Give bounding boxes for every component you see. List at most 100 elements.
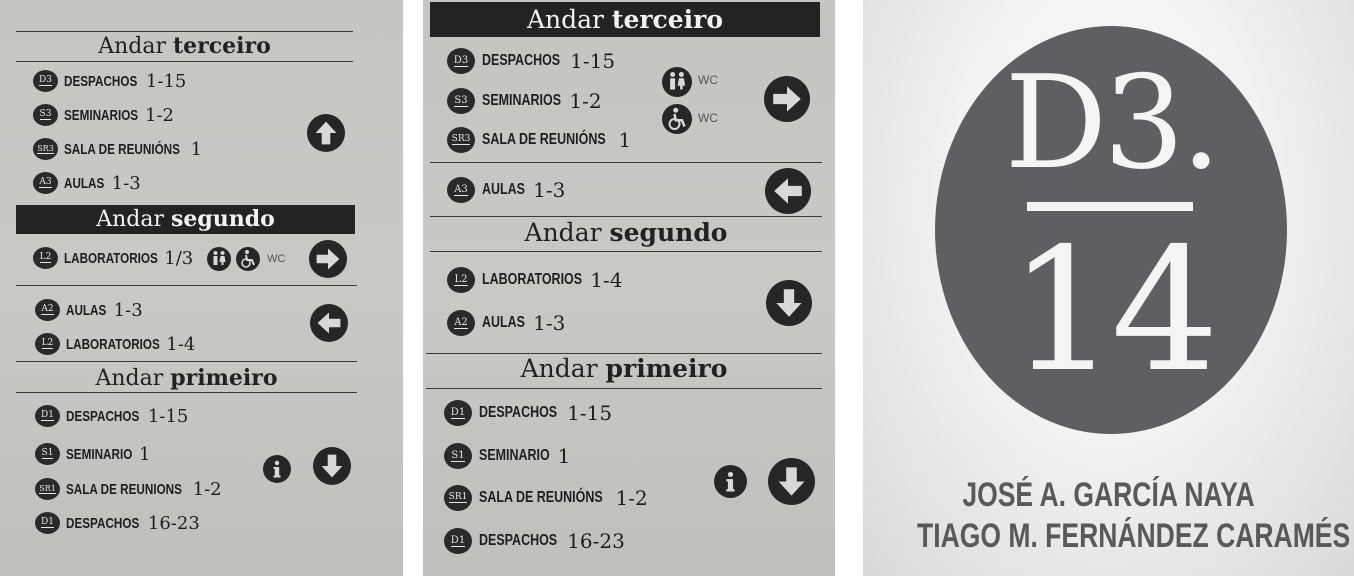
arrow-right-icon <box>764 76 810 122</box>
room-number: 1 <box>557 444 571 468</box>
room-badge: S3 <box>447 88 475 114</box>
room-number: 16-23 <box>567 529 625 553</box>
room-badge: L2 <box>35 333 60 355</box>
room-number: 1 <box>618 128 632 152</box>
list-item: L2 LABORATORIOS 1/3 <box>33 247 193 269</box>
room-label: SALA DE REUNIÓNS <box>64 140 180 158</box>
room-number: 1 <box>139 443 151 465</box>
list-item: D1 DESPACHOS 16-23 <box>444 528 625 554</box>
room-number: 1 <box>190 138 203 160</box>
wheelchair-icon <box>662 104 692 134</box>
list-item: S3 SEMINARIOS 1-2 <box>33 104 174 126</box>
room-label: AULAS <box>64 174 105 192</box>
room-label: SALA DE REUNIONS <box>66 480 182 498</box>
room-number: 1-15 <box>567 401 613 425</box>
room-label: LABORATORIOS <box>66 335 160 353</box>
room-label: DESPACHOS <box>66 514 140 532</box>
room-label: DESPACHOS <box>482 52 561 69</box>
room-number: 1-15 <box>147 405 189 427</box>
room-label: SALA DE REUNIÓNS <box>482 131 606 148</box>
room-number: 1-3 <box>113 299 143 321</box>
room-number: 1-4 <box>590 268 623 292</box>
list-item: SR3 SALA DE REUNIÓNS 1 <box>33 138 202 160</box>
room-badge: SR3 <box>447 127 475 153</box>
list-item: D3 DESPACHOS 1-15 <box>447 48 615 74</box>
occupant-name: JOSÉ A. GARCÍA NAYA <box>962 476 1255 514</box>
room-label: DESPACHOS <box>479 532 558 549</box>
wc-label: WC <box>267 253 286 265</box>
room-badge: SR1 <box>444 485 472 511</box>
room-number: 1-2 <box>615 486 648 510</box>
room-number: 14 <box>1008 212 1219 410</box>
room-badge: A2 <box>447 310 475 336</box>
room-badge: S1 <box>444 443 472 469</box>
list-item: S1 SEMINARIO 1 <box>444 443 570 469</box>
room-badge: D1 <box>35 405 60 427</box>
room-label: AULAS <box>66 301 107 319</box>
wheelchair-icon <box>236 247 260 271</box>
room-badge: D1 <box>444 400 472 426</box>
room-number: 1-15 <box>570 49 616 73</box>
divider <box>16 392 357 393</box>
room-number: 16-23 <box>147 512 200 534</box>
room-number: 1-2 <box>569 89 602 113</box>
room-label: DESPACHOS <box>64 72 138 90</box>
room-badge: S1 <box>35 443 60 465</box>
list-item: D1 DESPACHOS 16-23 <box>35 512 200 534</box>
floor-heading-primeiro: Andar primeiro <box>95 365 278 391</box>
floor-heading-terceiro: Andar terceiro <box>98 33 271 59</box>
room-code: D3. <box>1004 49 1222 198</box>
room-label: DESPACHOS <box>66 407 140 425</box>
room-number-plate: D3. 14 <box>935 26 1287 434</box>
arrow-left-icon <box>765 168 811 214</box>
arrow-up-icon <box>307 114 345 152</box>
divider <box>16 361 357 362</box>
list-item: SR3 SALA DE REUNIÓNS 1 <box>447 127 631 153</box>
room-badge: A2 <box>35 299 60 321</box>
room-label: LABORATORIOS <box>482 271 583 288</box>
room-label: SALA DE REUNIÓNS <box>479 489 603 506</box>
room-label: SEMINARIOS <box>64 106 139 124</box>
list-item: SR1 SALA DE REUNIONS 1-2 <box>35 478 222 500</box>
room-badge: SR3 <box>33 138 58 160</box>
room-number: 1-3 <box>533 311 566 335</box>
wc-label: WC <box>698 73 718 87</box>
list-item: S1 SEMINARIO 1 <box>35 443 150 465</box>
room-number: 1-2 <box>192 478 222 500</box>
floor-heading-primeiro: Andar primeiro <box>520 354 728 383</box>
occupant-name: TIAGO M. FERNÁNDEZ CARAMÉS <box>917 517 1351 555</box>
room-badge: L2 <box>33 247 58 269</box>
arrow-down-icon <box>313 447 351 485</box>
info-icon <box>263 455 291 483</box>
room-number: 1-4 <box>166 333 196 355</box>
room-label: DESPACHOS <box>479 404 558 421</box>
room-badge: D3 <box>33 70 58 92</box>
room-badge: S3 <box>33 104 58 126</box>
divider <box>430 251 822 252</box>
arrow-down-icon <box>768 458 815 505</box>
room-number: 1/3 <box>164 247 194 269</box>
room-label: AULAS <box>482 314 525 331</box>
list-item: S3 SEMINARIOS 1-2 <box>447 88 602 114</box>
directory-sign-photo-1: Andar terceiro D3 DESPACHOS 1-15 S3 SEMI… <box>0 0 403 576</box>
directory-sign-photo-2: Andar terceiro D3 DESPACHOS 1-15 S3 SEMI… <box>423 0 835 576</box>
divider <box>16 31 353 32</box>
room-badge: A3 <box>33 172 58 194</box>
divider <box>426 388 822 389</box>
arrow-down-icon <box>766 280 812 326</box>
room-label: AULAS <box>482 181 525 198</box>
floor-heading-segundo: Andar segundo <box>16 205 355 234</box>
floor-heading-terceiro: Andar terceiro <box>430 2 820 37</box>
plate-divider <box>1027 202 1193 211</box>
divider <box>16 61 353 62</box>
divider <box>430 162 822 163</box>
floor-heading-segundo: Andar segundo <box>524 218 728 247</box>
toilet-people-icon <box>662 67 692 97</box>
list-item: SR1 SALA DE REUNIÓNS 1-2 <box>444 485 648 511</box>
list-item: A3 AULAS 1-3 <box>447 177 565 203</box>
divider <box>430 216 822 217</box>
room-label: SEMINARIOS <box>482 92 562 109</box>
list-item: A2 AULAS 1-3 <box>35 299 143 321</box>
room-badge: SR1 <box>35 478 60 500</box>
room-badge: D3 <box>447 48 475 74</box>
